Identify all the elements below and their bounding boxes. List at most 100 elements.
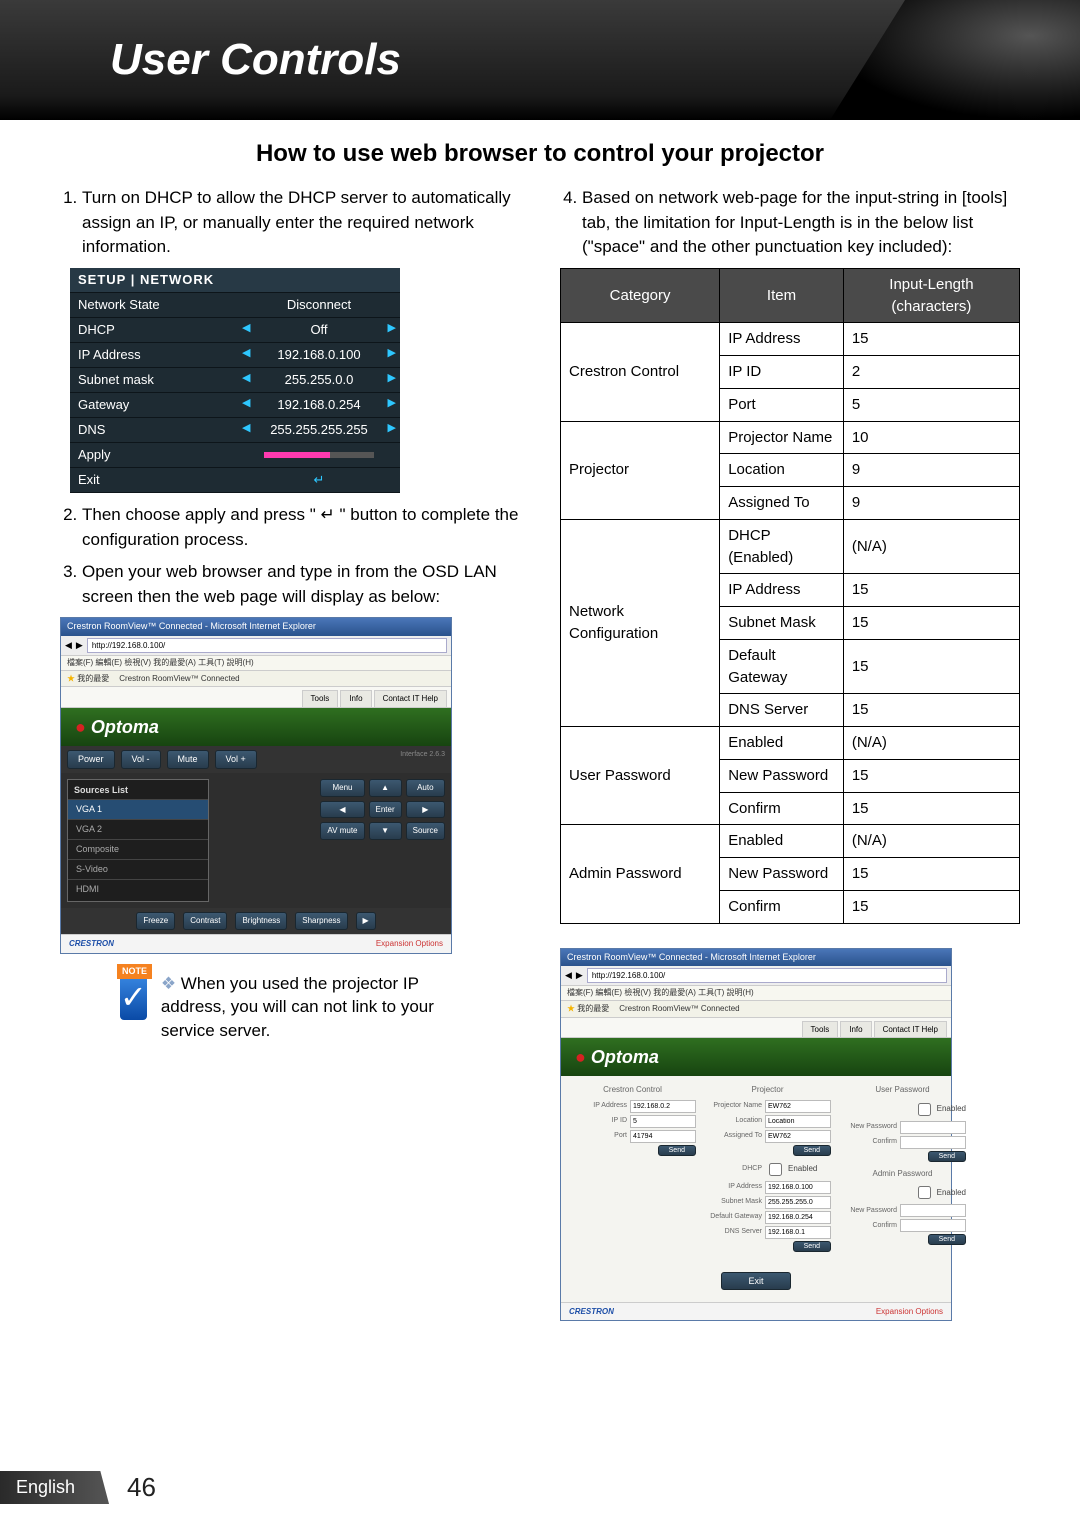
browser-menubar[interactable]: 檔案(F) 編輯(E) 檢視(V) 我的最愛(A) 工具(T) 說明(H) (561, 986, 951, 1001)
address-bar[interactable]: http://192.168.0.100/ (587, 968, 947, 984)
favorites-item[interactable]: Crestron RoomView™ Connected (619, 1003, 739, 1015)
tab-tools[interactable]: Tools (302, 690, 339, 707)
item-cell: DNS Server (720, 694, 844, 727)
arrow-left-icon[interactable]: ◀ (242, 396, 250, 412)
osd-value[interactable]: ◀192.168.0.254▶ (238, 396, 400, 415)
item-cell: New Password (720, 759, 844, 792)
favorites-item[interactable]: Crestron RoomView™ Connected (119, 673, 239, 685)
enter-button[interactable]: Enter (369, 801, 402, 819)
tab-contact[interactable]: Contact IT Help (374, 690, 447, 707)
brightness-button[interactable]: Brightness (235, 912, 287, 930)
item-cell: IP Address (720, 323, 844, 356)
userpw-new-input[interactable] (900, 1121, 966, 1134)
panel-heading: Admin Password (839, 1168, 966, 1180)
source-item[interactable]: Composite (68, 839, 208, 859)
osd-exit[interactable]: ↵ (238, 471, 400, 490)
version-label: Interface 2.6.3 (400, 750, 445, 769)
note-badge: NOTE ✓ (120, 972, 147, 1020)
send-button[interactable]: Send (928, 1234, 966, 1245)
arrow-right-icon[interactable]: ▶ (388, 346, 396, 362)
dhcp-checkbox[interactable] (769, 1163, 782, 1176)
arrow-right-icon[interactable]: ▶ (388, 421, 396, 437)
subnet-mask-input[interactable] (765, 1196, 831, 1209)
tab-info[interactable]: Info (340, 690, 371, 707)
browser-menubar[interactable]: 檔案(F) 編輯(E) 檢視(V) 我的最愛(A) 工具(T) 說明(H) (61, 656, 451, 671)
crestron-control-panel: Crestron Control IP Address IP ID Port S… (569, 1084, 696, 1256)
sharpness-button[interactable]: Sharpness (295, 912, 347, 930)
forward-icon[interactable]: ▶ (576, 969, 583, 982)
send-button[interactable]: Send (658, 1145, 696, 1156)
mute-button[interactable]: Mute (167, 750, 209, 769)
avmute-button[interactable]: AV mute (320, 822, 364, 840)
osd-label: DNS (70, 421, 238, 440)
length-cell: (N/A) (843, 825, 1019, 858)
vol-down-button[interactable]: Vol - (121, 750, 161, 769)
back-icon[interactable]: ◀ (565, 969, 572, 982)
adminpw-enabled-checkbox[interactable] (918, 1186, 931, 1199)
favorites-label[interactable]: 我的最愛 (577, 1004, 609, 1013)
source-item[interactable]: VGA 2 (68, 819, 208, 839)
favorites-star-icon[interactable]: ★ (67, 674, 75, 683)
gateway-input[interactable] (765, 1211, 831, 1224)
crestron-port-input[interactable] (630, 1130, 696, 1143)
expansion-options-link[interactable]: Expansion Options (876, 1306, 943, 1318)
expansion-options-link[interactable]: Expansion Options (376, 938, 443, 950)
left-arrow-button[interactable]: ◀ (320, 801, 364, 819)
userpw-confirm-input[interactable] (900, 1136, 966, 1149)
crestron-ip-input[interactable] (630, 1100, 696, 1113)
send-button[interactable]: Send (928, 1151, 966, 1162)
power-button[interactable]: Power (67, 750, 115, 769)
tab-contact[interactable]: Contact IT Help (874, 1021, 947, 1038)
source-item[interactable]: HDMI (68, 879, 208, 899)
length-cell: 9 (843, 487, 1019, 520)
back-icon[interactable]: ◀ (65, 639, 72, 652)
projector-assigned-input[interactable] (765, 1130, 831, 1143)
freeze-button[interactable]: Freeze (136, 912, 175, 930)
osd-value[interactable]: ◀192.168.0.100▶ (238, 346, 400, 365)
dns-input[interactable] (765, 1226, 831, 1239)
source-button[interactable]: Source (406, 822, 445, 840)
arrow-right-icon[interactable]: ▶ (388, 321, 396, 337)
right-arrow-button[interactable]: ▶ (406, 801, 445, 819)
send-button[interactable]: Send (793, 1145, 831, 1156)
send-button[interactable]: Send (793, 1241, 831, 1252)
projector-ip-input[interactable] (765, 1181, 831, 1194)
favorites-star-icon[interactable]: ★ (567, 1004, 575, 1013)
tab-info[interactable]: Info (840, 1021, 871, 1038)
userpw-enabled-checkbox[interactable] (918, 1103, 931, 1116)
arrow-left-icon[interactable]: ◀ (242, 346, 250, 362)
adminpw-confirm-input[interactable] (900, 1219, 966, 1232)
projector-location-input[interactable] (765, 1115, 831, 1128)
arrow-left-icon[interactable]: ◀ (242, 321, 250, 337)
expand-arrow-button[interactable]: ▶ (356, 912, 376, 930)
arrow-right-icon[interactable]: ▶ (388, 396, 396, 412)
category-cell: User Password (561, 727, 720, 825)
vol-up-button[interactable]: Vol + (215, 750, 257, 769)
osd-value[interactable]: ◀255.255.255.255▶ (238, 421, 400, 440)
arrow-right-icon[interactable]: ▶ (388, 371, 396, 387)
crestron-ipid-input[interactable] (630, 1115, 696, 1128)
contrast-button[interactable]: Contrast (183, 912, 227, 930)
item-cell: Enabled (720, 727, 844, 760)
adminpw-new-input[interactable] (900, 1204, 966, 1217)
exit-button[interactable]: Exit (721, 1272, 790, 1290)
item-cell: Assigned To (720, 487, 844, 520)
address-bar[interactable]: http://192.168.0.100/ (87, 638, 447, 654)
source-item[interactable]: VGA 1 (68, 799, 208, 819)
tab-tools[interactable]: Tools (802, 1021, 839, 1038)
auto-button[interactable]: Auto (406, 779, 445, 797)
arrow-left-icon[interactable]: ◀ (242, 371, 250, 387)
menu-button[interactable]: Menu (320, 779, 364, 797)
osd-value[interactable]: ◀Off▶ (238, 321, 400, 340)
down-arrow-button[interactable]: ▼ (369, 822, 402, 840)
osd-value[interactable]: ◀255.255.0.0▶ (238, 371, 400, 390)
length-cell: 9 (843, 454, 1019, 487)
favorites-label[interactable]: 我的最愛 (77, 674, 109, 683)
up-arrow-button[interactable]: ▲ (369, 779, 402, 797)
forward-icon[interactable]: ▶ (76, 639, 83, 652)
length-cell: (N/A) (843, 519, 1019, 574)
source-item[interactable]: S-Video (68, 859, 208, 879)
osd-apply-slider[interactable] (238, 446, 400, 465)
projector-name-input[interactable] (765, 1100, 831, 1113)
arrow-left-icon[interactable]: ◀ (242, 421, 250, 437)
